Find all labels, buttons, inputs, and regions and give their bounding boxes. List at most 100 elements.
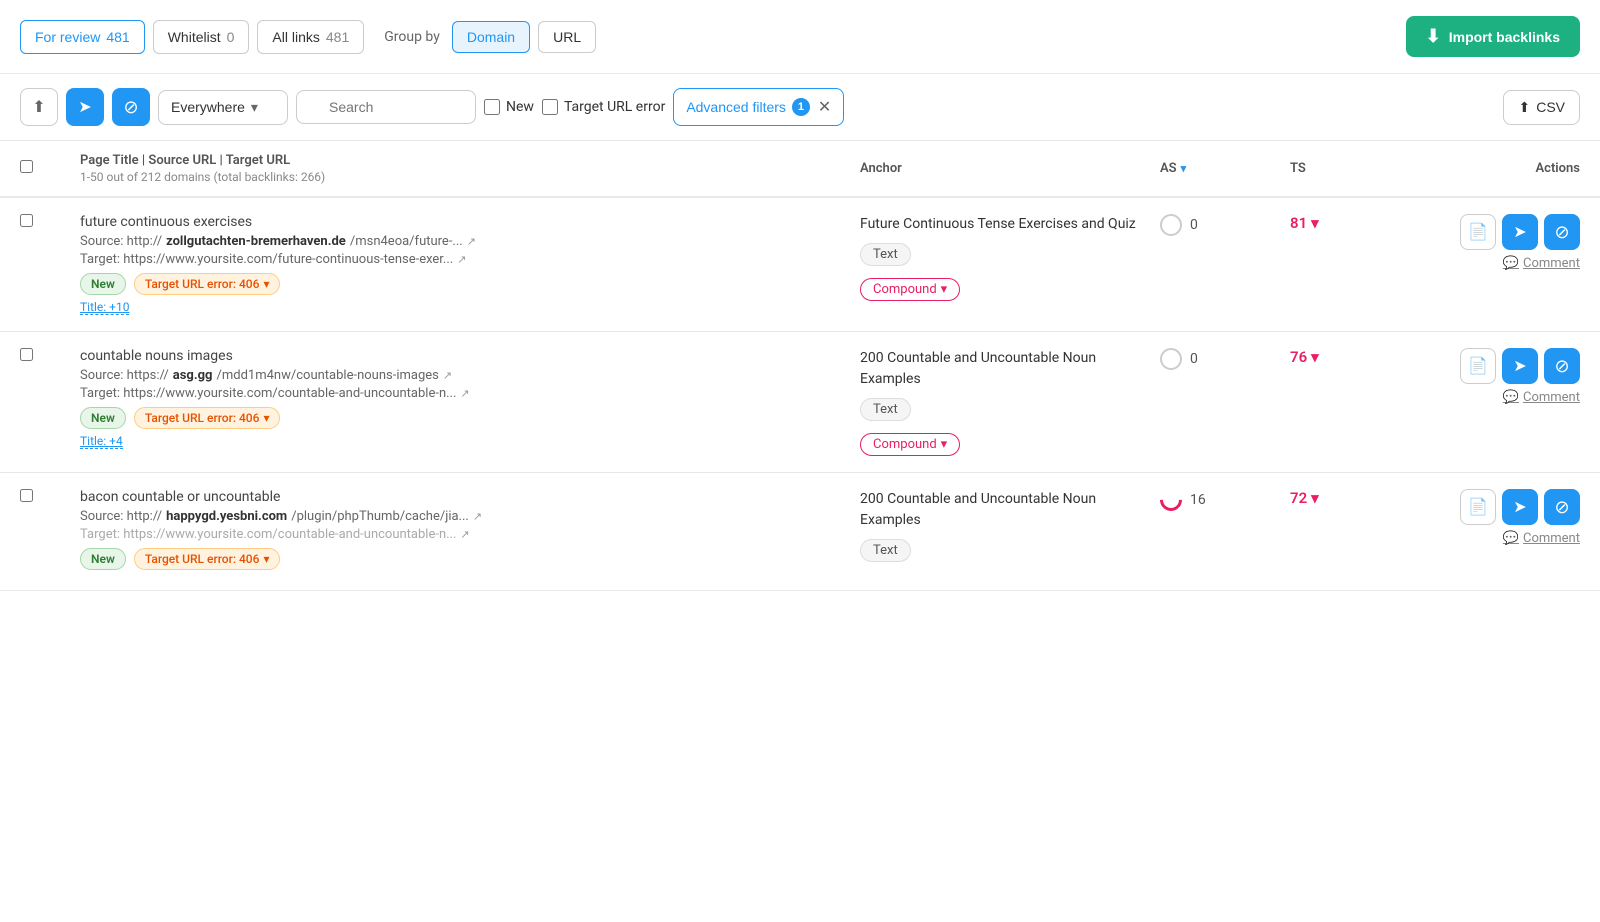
- row-2-ts-value[interactable]: 76 ▾: [1290, 348, 1420, 366]
- row-1-title-plus[interactable]: Title: +10: [80, 300, 129, 315]
- as-col-label: AS: [1160, 161, 1177, 176]
- comment-icon: 💬: [1503, 256, 1519, 271]
- page-col-label: Page Title | Source URL | Target URL: [80, 153, 860, 168]
- csv-upload-icon: ⬆: [1518, 99, 1530, 116]
- row-1-anchor-text: Future Continuous Tense Exercises and Qu…: [860, 214, 1160, 235]
- row-3-as-col: 16: [1160, 489, 1290, 511]
- select-all-checkbox[interactable]: [20, 160, 33, 173]
- row-1-compound-tag[interactable]: Compound ▾: [860, 278, 960, 301]
- send-icon-button[interactable]: ➤: [66, 88, 104, 126]
- row-checkbox-col: [20, 489, 80, 506]
- row-3-block-button[interactable]: ⊘: [1544, 489, 1580, 525]
- row-2-as-col: 0: [1160, 348, 1290, 370]
- new-checkbox-label[interactable]: New: [484, 99, 534, 115]
- row-3-comment-link[interactable]: 💬 Comment: [1503, 531, 1580, 546]
- new-checkbox[interactable]: [484, 99, 500, 115]
- filter-bar: ⬆ ➤ ⊘ Everywhere ▾ 🔍 New Target URL erro…: [0, 74, 1600, 141]
- row-1-send-button[interactable]: ➤: [1502, 214, 1538, 250]
- row-2-block-button[interactable]: ⊘: [1544, 348, 1580, 384]
- csv-button[interactable]: ⬆ CSV: [1503, 90, 1580, 125]
- row-checkbox-col: [20, 214, 80, 231]
- tab-for-review-count: 481: [106, 29, 129, 45]
- row-2-target-ext-icon[interactable]: ↗: [460, 387, 469, 400]
- row-2-badge-error[interactable]: Target URL error: 406 ▾: [134, 407, 281, 429]
- search-input[interactable]: [296, 90, 476, 124]
- import-backlinks-button[interactable]: ⬇ Import backlinks: [1406, 16, 1580, 57]
- row-1-ts-value[interactable]: 81 ▾: [1290, 214, 1420, 232]
- row-2-badges: New Target URL error: 406 ▾: [80, 407, 860, 429]
- row-1-source-ext-icon[interactable]: ↗: [467, 235, 476, 248]
- tab-all-links-label: All links: [272, 29, 319, 45]
- row-3-title: bacon countable or uncountable: [80, 489, 860, 505]
- ts-chevron-icon: ▾: [1311, 348, 1319, 366]
- row-3-target-ext-icon[interactable]: ↗: [460, 528, 469, 541]
- tab-for-review[interactable]: For review 481: [20, 20, 145, 54]
- row-2-title-plus[interactable]: Title: +4: [80, 434, 123, 449]
- row-2-badge-new: New: [80, 407, 126, 429]
- row-3-as-value: 16: [1190, 492, 1206, 508]
- header-as-col[interactable]: AS ▾: [1160, 161, 1290, 176]
- row-1-radio[interactable]: [1160, 214, 1182, 236]
- tab-whitelist-label: Whitelist: [168, 29, 221, 45]
- advanced-filters-close-icon[interactable]: ✕: [818, 97, 831, 117]
- row-3-source: Source: http://happygd.yesbni.com/plugin…: [80, 509, 860, 524]
- group-by-domain[interactable]: Domain: [452, 21, 530, 53]
- header-checkbox-col: [20, 160, 80, 177]
- target-url-error-checkbox[interactable]: [542, 99, 558, 115]
- table-row: future continuous exercises Source: http…: [0, 198, 1600, 332]
- row-3-ts-value[interactable]: 72 ▾: [1290, 489, 1420, 507]
- row-1-comment-link[interactable]: 💬 Comment: [1503, 256, 1580, 271]
- row-1-doc-button[interactable]: 📄: [1460, 214, 1496, 250]
- table-row: countable nouns images Source: https://a…: [0, 332, 1600, 473]
- group-by-url[interactable]: URL: [538, 21, 596, 53]
- tab-all-links-count: 481: [326, 29, 349, 45]
- send-icon: ➤: [78, 97, 91, 117]
- row-3-badge-error[interactable]: Target URL error: 406 ▾: [134, 548, 281, 570]
- search-wrap: 🔍: [296, 90, 476, 124]
- row-2-anchor-col: 200 Countable and Uncountable Noun Examp…: [860, 348, 1160, 456]
- block-icon-button[interactable]: ⊘: [112, 88, 150, 126]
- tab-all-links[interactable]: All links 481: [257, 20, 364, 54]
- row-1-block-button[interactable]: ⊘: [1544, 214, 1580, 250]
- top-bar: For review 481 Whitelist 0 All links 481…: [0, 0, 1600, 74]
- location-dropdown[interactable]: Everywhere ▾: [158, 90, 288, 125]
- advanced-filters-button[interactable]: Advanced filters 1 ✕: [673, 88, 844, 126]
- compound-chevron-icon: ▾: [941, 437, 948, 452]
- target-url-error-checkbox-label[interactable]: Target URL error: [542, 99, 665, 115]
- row-3-anchor-tag: Text: [860, 539, 911, 562]
- tab-whitelist-count: 0: [227, 29, 235, 45]
- row-1-badge-new: New: [80, 273, 126, 295]
- location-dropdown-label: Everywhere: [171, 99, 245, 115]
- chevron-down-icon: ▾: [251, 99, 258, 116]
- as-sort-icon: ▾: [1181, 162, 1187, 175]
- export-icon-button[interactable]: ⬆: [20, 88, 58, 126]
- row-2-comment-link[interactable]: 💬 Comment: [1503, 390, 1580, 405]
- row-2-anchor-tag: Text: [860, 398, 911, 421]
- row-3-radio[interactable]: [1155, 484, 1186, 515]
- row-1-action-icons: 📄 ➤ ⊘: [1460, 214, 1580, 250]
- table-row: bacon countable or uncountable Source: h…: [0, 473, 1600, 591]
- row-2-send-button[interactable]: ➤: [1502, 348, 1538, 384]
- row-1-target-ext-icon[interactable]: ↗: [457, 253, 466, 266]
- row-3-page-col: bacon countable or uncountable Source: h…: [80, 489, 860, 574]
- row-3-send-button[interactable]: ➤: [1502, 489, 1538, 525]
- row-3-anchor-col: 200 Countable and Uncountable Noun Examp…: [860, 489, 1160, 568]
- row-1-checkbox[interactable]: [20, 214, 33, 227]
- badge-error-chevron-icon: ▾: [263, 411, 269, 425]
- row-2-doc-button[interactable]: 📄: [1460, 348, 1496, 384]
- row-2-checkbox[interactable]: [20, 348, 33, 361]
- row-2-source-ext-icon[interactable]: ↗: [443, 369, 452, 382]
- row-1-target: Target: https://www.yoursite.com/future-…: [80, 252, 860, 267]
- ts-chevron-icon: ▾: [1311, 214, 1319, 232]
- row-3-doc-button[interactable]: 📄: [1460, 489, 1496, 525]
- row-3-checkbox[interactable]: [20, 489, 33, 502]
- row-2-compound-tag[interactable]: Compound ▾: [860, 433, 960, 456]
- compound-chevron-icon: ▾: [941, 282, 948, 297]
- row-3-source-ext-icon[interactable]: ↗: [473, 510, 482, 523]
- row-1-badge-error[interactable]: Target URL error: 406 ▾: [134, 273, 281, 295]
- download-icon: ⬇: [1426, 26, 1441, 47]
- row-2-radio[interactable]: [1160, 348, 1182, 370]
- comment-icon: 💬: [1503, 531, 1519, 546]
- new-label: New: [506, 99, 534, 115]
- tab-whitelist[interactable]: Whitelist 0: [153, 20, 250, 54]
